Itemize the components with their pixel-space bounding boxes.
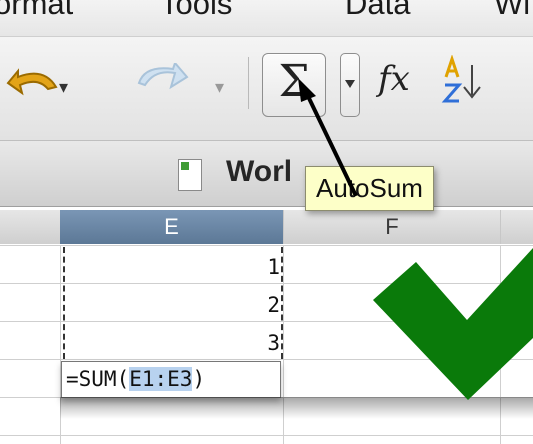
menu-format[interactable]: ormat [0, 0, 73, 22]
sort-az-icon [441, 54, 481, 103]
drop-shadow [60, 397, 533, 419]
autosum-button[interactable]: Σ [262, 53, 326, 117]
column-header-d[interactable] [0, 210, 61, 244]
column-header-g[interactable] [501, 210, 533, 244]
autosum-icon: Σ [278, 56, 310, 107]
svg-text:▾: ▾ [215, 77, 224, 98]
menu-bar: ormat Tools Data Wi [0, 0, 533, 37]
selection-border [63, 247, 65, 359]
cell-e3[interactable]: 3 [80, 331, 280, 355]
undo-icon: ▾ [6, 68, 68, 98]
window-title: Worl [226, 155, 293, 188]
svg-text:▾: ▾ [59, 77, 68, 98]
gridline [0, 359, 533, 360]
sort-ascending-button[interactable] [440, 54, 490, 107]
menu-data[interactable]: Data [345, 0, 410, 22]
selection-border [281, 247, 283, 359]
gridline [0, 321, 533, 322]
formula-prefix: =SUM( [66, 367, 130, 391]
column-header-e[interactable]: E [60, 210, 284, 244]
gridline [0, 245, 533, 246]
document-icon [178, 159, 202, 191]
chevron-down-icon [345, 80, 355, 88]
redo-icon: ▾ [137, 61, 224, 98]
toolbar-separator [248, 57, 249, 109]
redo-button[interactable]: ▾ [135, 61, 235, 103]
cell-e1[interactable]: 1 [80, 255, 280, 279]
autosum-tooltip: AutoSum [305, 166, 434, 211]
formula-suffix: ) [192, 367, 206, 391]
cell-formula-editor[interactable]: =SUM(E1:E3) [61, 361, 281, 398]
window-title-bar: Worl [0, 141, 533, 207]
formula-range-reference: E1:E3 [129, 367, 193, 391]
gridline [0, 435, 533, 436]
menu-window[interactable]: Wi [494, 0, 530, 22]
cell-e2[interactable]: 2 [80, 293, 280, 317]
undo-button[interactable]: ▾ [4, 63, 74, 103]
gridline [0, 283, 533, 284]
column-header-f[interactable]: F [284, 210, 501, 244]
standard-toolbar: ▾ ▾ Σ fx [0, 37, 533, 141]
function-icon[interactable]: fx [378, 59, 410, 99]
menu-tools[interactable]: Tools [160, 0, 232, 22]
autosum-dropdown[interactable] [340, 53, 360, 117]
